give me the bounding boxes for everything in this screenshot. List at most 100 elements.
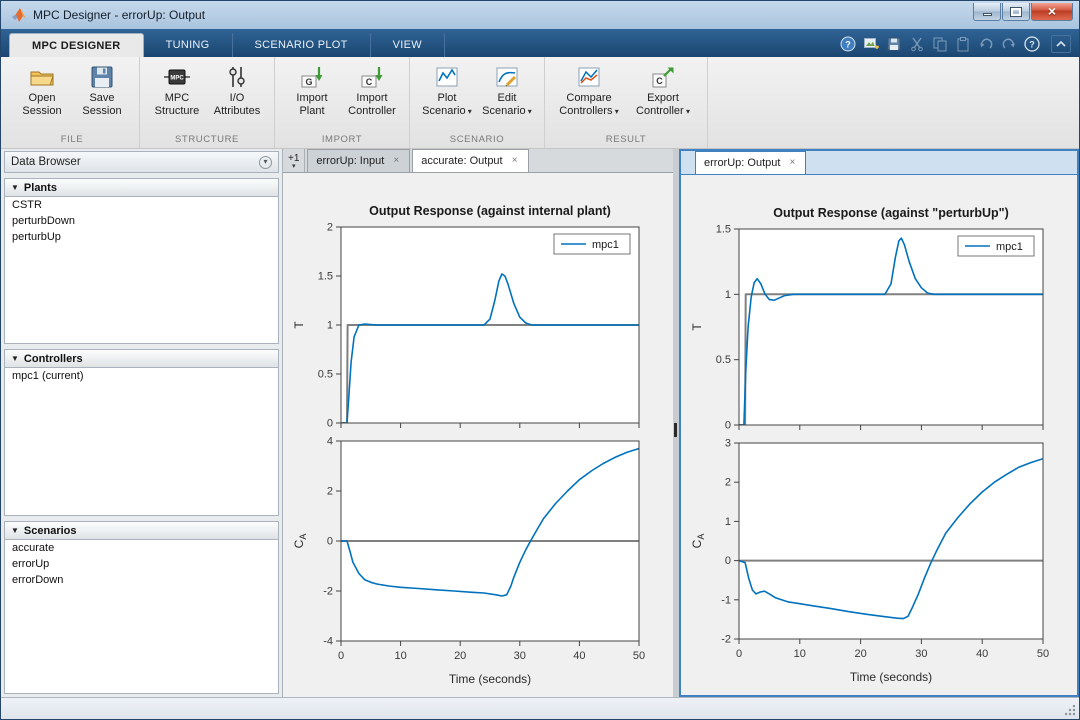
mpc-designer-window: MPC Designer - errorUp: Output MPC DESIG… <box>0 0 1080 720</box>
svg-text:0: 0 <box>327 536 333 548</box>
panel-menu-icon[interactable] <box>259 155 272 169</box>
svg-text:1: 1 <box>725 289 731 301</box>
minimize-button[interactable] <box>973 3 1001 21</box>
svg-text:0: 0 <box>338 650 344 662</box>
scenarios-section-title: Scenarios <box>23 524 77 537</box>
pane-splitter[interactable] <box>673 149 679 697</box>
output-response-plot-T-internal[interactable]: 0 0.5 1 1.5 2 Output Response (against intern… <box>283 173 673 433</box>
svg-text:0: 0 <box>736 648 742 660</box>
collapse-triangle-icon: ▼ <box>11 183 19 192</box>
undo-icon[interactable] <box>978 36 994 52</box>
help-icon[interactable]: ? <box>840 36 856 52</box>
ribbon-tab-scenario-plot[interactable]: SCENARIO PLOT <box>233 33 371 57</box>
tab-errorup-input[interactable]: errorUp: Input <box>307 149 411 172</box>
svg-text:CA: CA <box>292 534 308 549</box>
output-response-plot-CA-perturbup[interactable]: -2 -1 0 1 2 3 0 10 20 30 40 50 Time (seconds) CA <box>681 435 1077 700</box>
chevron-up-icon <box>1056 40 1066 47</box>
save-icon[interactable] <box>886 36 902 52</box>
tab-label: errorUp: Input <box>316 155 385 167</box>
svg-text:Time (seconds): Time (seconds) <box>850 670 932 684</box>
scenarios-section-header[interactable]: ▼ Scenarios <box>4 521 279 540</box>
plot-scenario-button[interactable]: Plot Scenario <box>418 61 476 120</box>
output-response-plot-CA-internal[interactable]: -4 -2 0 2 4 0 10 20 30 40 50 Time (seconds) CA <box>283 433 673 702</box>
svg-text:0: 0 <box>725 420 731 432</box>
ribbon-tabstrip: MPC DESIGNER TUNING SCENARIO PLOT VIEW ?… <box>1 29 1079 57</box>
plants-section-header[interactable]: ▼ Plants <box>4 178 279 197</box>
open-session-button[interactable]: Open Session <box>13 61 71 120</box>
export-image-icon[interactable] <box>863 36 879 52</box>
controllers-section-title: Controllers <box>23 352 83 365</box>
splitter-handle-icon[interactable] <box>674 423 677 437</box>
cut-icon[interactable] <box>909 36 925 52</box>
svg-text:?: ? <box>845 40 851 50</box>
help-circle-icon[interactable]: ? <box>1024 36 1040 52</box>
svg-text:mpc1: mpc1 <box>996 241 1023 253</box>
copy-icon[interactable] <box>932 36 948 52</box>
minimize-ribbon-button[interactable] <box>1051 35 1071 53</box>
svg-text:2: 2 <box>725 477 731 489</box>
redo-icon[interactable] <box>1001 36 1017 52</box>
toolbar-group-scenario: Plot Scenario Edit Scenario SCENARIO <box>410 57 545 148</box>
ribbon-tab-mpc-designer[interactable]: MPC DESIGNER <box>9 33 144 57</box>
hidden-tabs-overflow[interactable]: +1 ▾ <box>283 149 306 172</box>
scenario-item[interactable]: errorUp <box>5 556 278 572</box>
compare-controllers-button[interactable]: Compare Controllers <box>553 61 625 120</box>
matlab-logo-icon <box>12 8 26 22</box>
collapse-triangle-icon: ▼ <box>11 526 19 535</box>
mpc-structure-button[interactable]: MPC MPC Structure <box>148 61 206 120</box>
scenario-item[interactable]: accurate <box>5 540 278 556</box>
controller-item[interactable]: mpc1 (current) <box>5 368 278 384</box>
toolbar-group-result: Compare Controllers C Export Controller … <box>545 57 708 148</box>
svg-text:0: 0 <box>725 555 731 567</box>
svg-text:1: 1 <box>327 320 333 332</box>
close-tab-icon[interactable] <box>787 158 797 168</box>
scenario-item[interactable]: errorDown <box>5 572 278 588</box>
plants-section-title: Plants <box>23 181 57 194</box>
save-session-button[interactable]: Save Session <box>73 61 131 120</box>
import-controller-button[interactable]: C Import Controller <box>343 61 401 120</box>
right-tabstrip: errorUp: Output <box>681 151 1077 175</box>
output-response-plot-T-perturbup[interactable]: 0 0.5 1 1.5 Output Response (against "pertur… <box>681 175 1077 435</box>
svg-text:MPC: MPC <box>170 76 184 82</box>
maximize-button[interactable] <box>1002 3 1030 21</box>
mpc-structure-icon: MPC <box>164 69 190 85</box>
import-plant-button[interactable]: G Import Plant <box>283 61 341 120</box>
close-button[interactable] <box>1031 3 1073 21</box>
ribbon-tab-view[interactable]: VIEW <box>371 33 445 57</box>
close-tab-icon[interactable] <box>510 156 520 166</box>
compare-controllers-icon <box>578 67 600 87</box>
paste-icon[interactable] <box>955 36 971 52</box>
export-controller-button[interactable]: C Export Controller <box>627 61 699 120</box>
close-tab-icon[interactable] <box>391 156 401 166</box>
data-browser-title: Data Browser <box>11 156 81 168</box>
window-title: MPC Designer - errorUp: Output <box>33 8 206 22</box>
svg-text:C: C <box>656 76 663 86</box>
svg-text:-1: -1 <box>721 594 731 606</box>
ribbon-tab-tuning[interactable]: TUNING <box>144 33 233 57</box>
svg-text:?: ? <box>1029 40 1035 50</box>
svg-text:30: 30 <box>514 650 526 662</box>
overflow-count: +1 <box>288 152 300 164</box>
group-label-result: RESULT <box>605 134 647 145</box>
plant-item[interactable]: perturbDown <box>5 213 278 229</box>
controllers-section-header[interactable]: ▼ Controllers <box>4 349 279 368</box>
button-label: Compare Controllers <box>555 92 623 117</box>
svg-text:G: G <box>305 77 312 87</box>
svg-text:0.5: 0.5 <box>318 369 333 381</box>
button-label: Save Session <box>82 92 122 117</box>
button-label: Edit Scenario <box>480 92 534 117</box>
svg-text:C: C <box>366 77 373 87</box>
toolbar-group-file: Open Session Save Session FILE <box>5 57 140 148</box>
plant-item[interactable]: perturbUp <box>5 229 278 245</box>
tab-label: errorUp: Output <box>704 157 781 169</box>
svg-text:50: 50 <box>1037 648 1049 660</box>
button-label: MPC Structure <box>154 92 200 117</box>
tab-errorup-output[interactable]: errorUp: Output <box>695 151 807 174</box>
resize-grip-icon[interactable] <box>1065 705 1076 716</box>
overflow-arrow-icon: ▾ <box>291 162 296 170</box>
plant-item[interactable]: CSTR <box>5 197 278 213</box>
button-label: Open Session <box>22 92 62 117</box>
tab-accurate-output[interactable]: accurate: Output <box>412 149 529 172</box>
io-attributes-button[interactable]: I/O Attributes <box>208 61 266 120</box>
edit-scenario-button[interactable]: Edit Scenario <box>478 61 536 120</box>
